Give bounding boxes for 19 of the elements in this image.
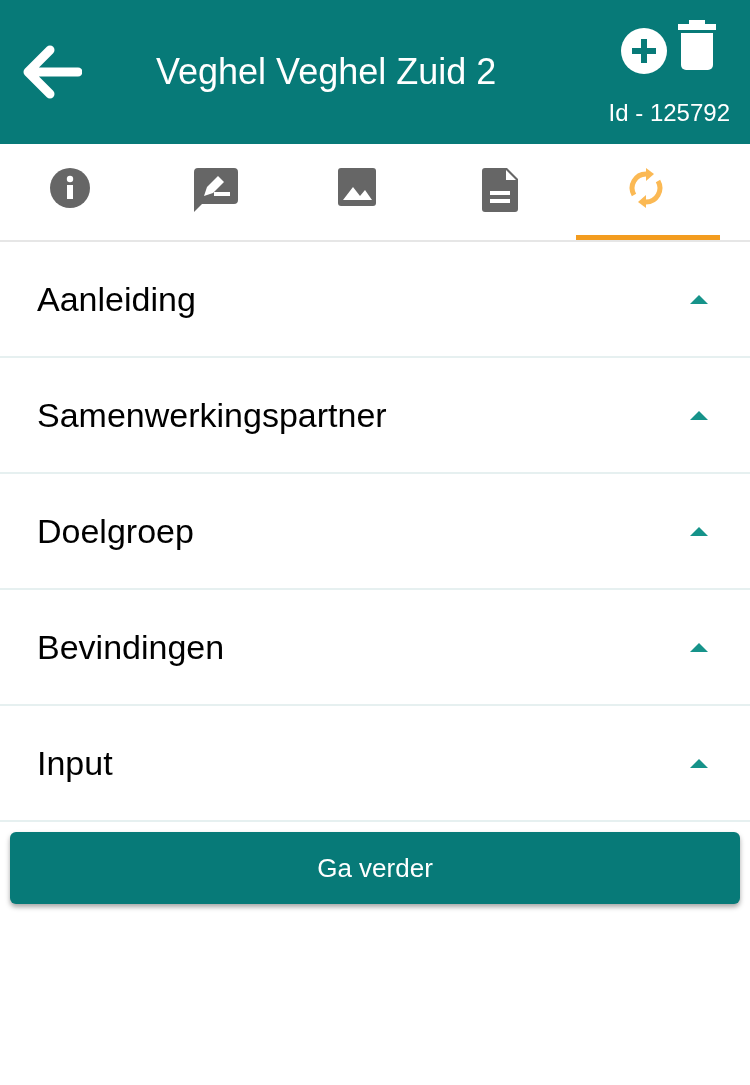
caret-up-icon <box>690 758 708 768</box>
edit-comment-icon <box>194 167 238 212</box>
add-button[interactable] <box>620 27 668 75</box>
accordion-header[interactable]: Samenwerkingspartner <box>0 358 750 474</box>
record-id: Id - 125792 <box>608 98 730 128</box>
caret-up-icon <box>690 526 708 536</box>
back-arrow-icon <box>22 45 82 99</box>
accordion-header[interactable]: Aanleiding <box>0 242 750 358</box>
caret-up-icon <box>690 410 708 420</box>
accordion-header[interactable]: Doelgroep <box>0 474 750 590</box>
accordion-header[interactable]: Input <box>0 706 750 822</box>
caret-up-icon <box>690 294 708 304</box>
continue-button[interactable]: Ga verder <box>10 832 740 904</box>
trash-icon <box>678 20 716 70</box>
caret-up-icon <box>690 642 708 652</box>
add-icon <box>620 27 668 75</box>
accordion-header[interactable]: Bevindingen <box>0 590 750 706</box>
delete-button[interactable] <box>678 20 716 70</box>
page-title: Veghel Veghel Zuid 2 <box>156 50 497 94</box>
